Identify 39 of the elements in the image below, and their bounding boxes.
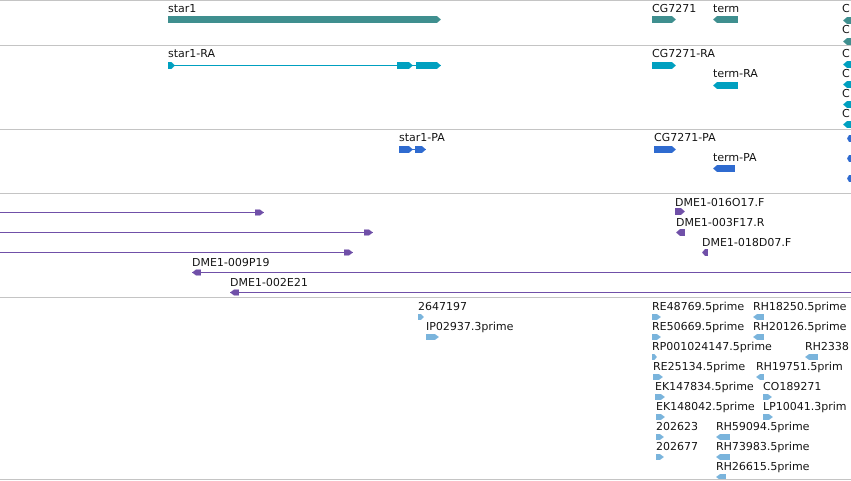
- feature-label: DME1-016O17.F: [675, 196, 764, 209]
- feature-label: CG7271: [652, 2, 696, 15]
- feature-label: C: [842, 87, 850, 100]
- feature-label: RE48769.5prime: [652, 300, 744, 313]
- feature-label: C: [842, 23, 850, 36]
- feature-label: C: [842, 107, 850, 120]
- feature-label: term: [713, 2, 740, 15]
- feature-label: CG7271-PA: [654, 131, 716, 144]
- feature-label: star1-RA: [168, 47, 215, 60]
- feature-label: star1-PA: [399, 131, 445, 144]
- feature-label: EK148042.5prime: [656, 400, 755, 413]
- feature-label: RE50669.5prime: [652, 320, 744, 333]
- feature-label: RH73983.5prime: [716, 440, 810, 453]
- feature-label: C: [842, 47, 850, 60]
- feature-label: term-RA: [713, 67, 758, 80]
- feature-label: RH20126.5prime: [753, 320, 846, 333]
- feature-label: RE25134.5prime: [653, 360, 746, 373]
- feature-label: 202623: [656, 420, 698, 433]
- feature-label: LP10041.3prim: [763, 400, 847, 413]
- feature-label: RH59094.5prime: [716, 420, 810, 433]
- feature-label: RH18250.5prime: [753, 300, 846, 313]
- feature-label: 2647197: [418, 300, 467, 313]
- feature-label: CG7271-RA: [652, 47, 715, 60]
- feature-label: star1: [168, 2, 196, 15]
- feature-label: RH26615.5prime: [716, 460, 810, 473]
- feature-label: RH2338: [805, 340, 849, 353]
- feature-label: DME1-009P19: [192, 256, 270, 269]
- feature-label: C: [842, 2, 850, 15]
- feature-label: C: [842, 67, 850, 80]
- feature-label: EK147834.5prime: [655, 380, 754, 393]
- feature-label: DME1-018D07.F: [702, 236, 792, 249]
- feature-label: CO189271: [763, 380, 822, 393]
- feature-label: RP001024147.5prime: [652, 340, 772, 353]
- feature-label: 202677: [656, 440, 698, 453]
- feature-label: IP02937.3prime: [426, 320, 514, 333]
- feature-label: DME1-003F17.R: [676, 216, 764, 229]
- feature-label: RH19751.5prim: [756, 360, 843, 373]
- feature-label: term-PA: [713, 151, 757, 164]
- feature-label: DME1-002E21: [230, 276, 308, 289]
